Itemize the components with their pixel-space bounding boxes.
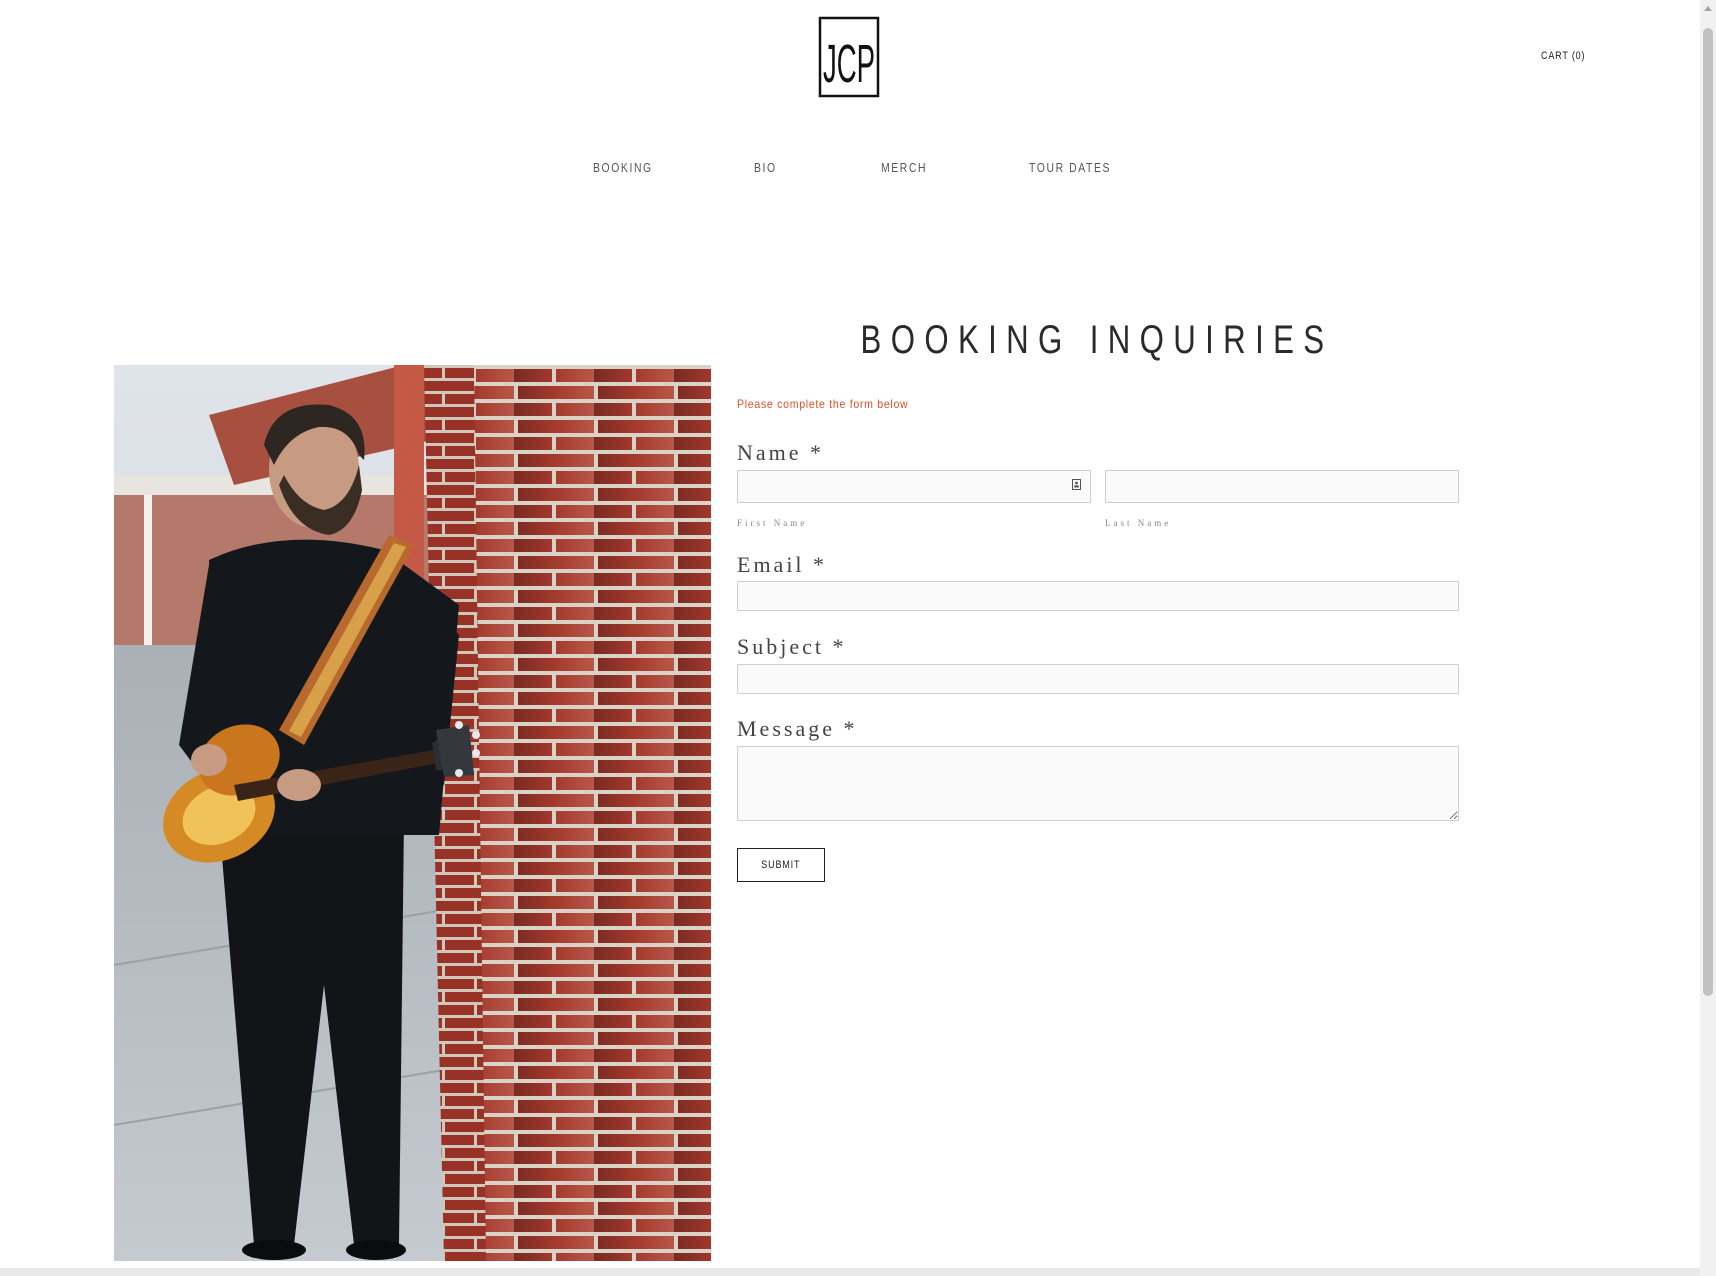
- email-label: Email *: [737, 552, 828, 577]
- subject-label: Subject *: [737, 634, 847, 659]
- last-name-input[interactable]: [1105, 470, 1459, 503]
- submit-button-label: SUBMIT: [761, 859, 801, 871]
- artist-photo-illustration: [114, 365, 711, 1261]
- scroll-up-arrow-icon[interactable]: [1704, 6, 1712, 11]
- first-name-input[interactable]: [737, 470, 1091, 503]
- nav-item-booking[interactable]: BOOKING: [593, 160, 653, 175]
- nav-item-bio[interactable]: BIO: [754, 160, 777, 175]
- form-instruction: Please complete the form below: [737, 397, 909, 411]
- message-textarea[interactable]: [737, 746, 1459, 821]
- cart-link[interactable]: CART (0): [1541, 50, 1585, 62]
- vertical-scrollbar[interactable]: [1700, 0, 1716, 1276]
- nav-item-tour-dates[interactable]: TOUR DATES: [1029, 160, 1111, 175]
- name-label: Name *: [737, 440, 825, 465]
- artist-photo: [114, 365, 711, 1261]
- message-label: Message *: [737, 716, 858, 741]
- jcp-logo[interactable]: JCP: [818, 16, 880, 98]
- subject-input[interactable]: [737, 664, 1459, 694]
- main-nav: BOOKING BIO MERCH TOUR DATES: [0, 160, 1716, 180]
- nav-item-merch[interactable]: MERCH: [881, 160, 927, 175]
- page: JCP CART (0) BOOKING BIO MERCH TOUR DATE…: [0, 0, 1716, 1276]
- contact-card-icon[interactable]: [1072, 479, 1081, 490]
- submit-button[interactable]: SUBMIT: [737, 848, 825, 882]
- first-name-sublabel: First Name: [737, 518, 808, 528]
- horizontal-scrollbar[interactable]: [0, 1268, 1700, 1276]
- last-name-sublabel: Last Name: [1105, 518, 1172, 528]
- logo-text: JCP: [823, 34, 875, 94]
- email-input[interactable]: [737, 581, 1459, 611]
- page-title: BOOKING INQUIRIES: [860, 318, 1334, 362]
- scrollbar-thumb[interactable]: [1703, 28, 1713, 996]
